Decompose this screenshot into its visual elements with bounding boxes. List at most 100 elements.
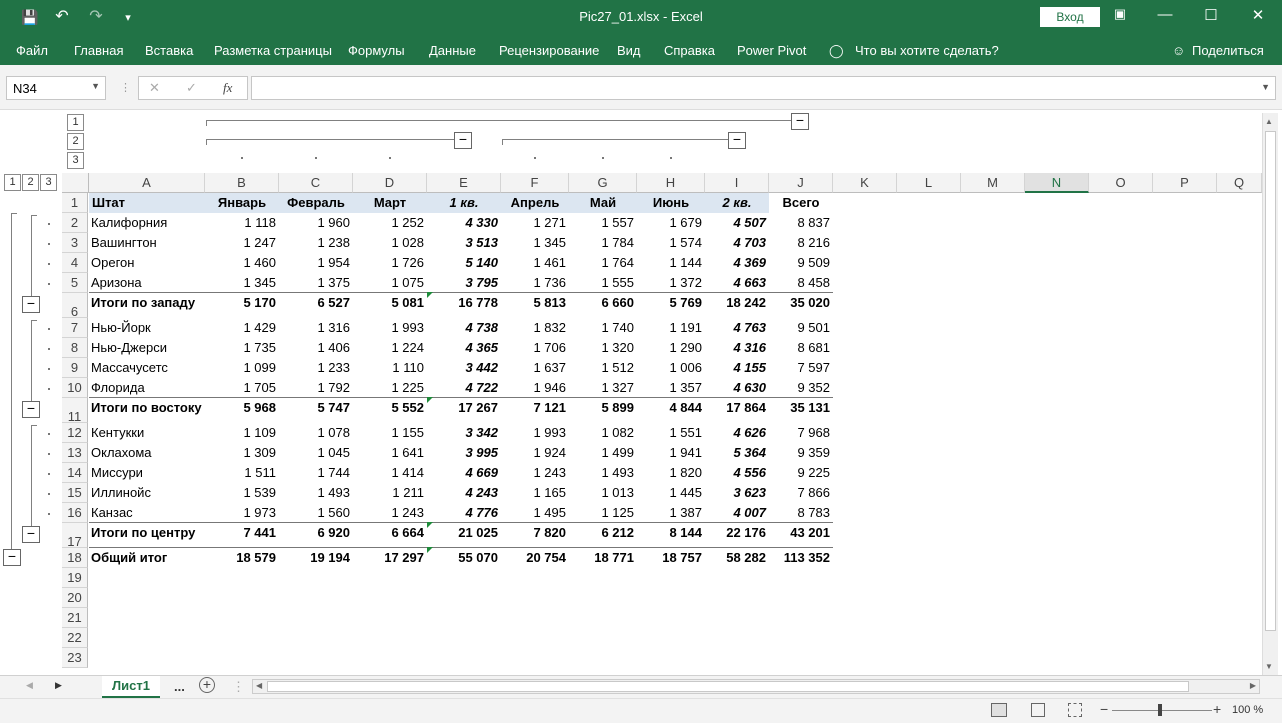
value-cell[interactable]: 22 176 <box>705 523 766 548</box>
value-cell[interactable]: 7 968 <box>769 423 830 443</box>
state-name-cell[interactable]: Нью-Джерси <box>89 338 205 358</box>
row-header-6[interactable]: 6 <box>62 293 88 319</box>
row-header-14[interactable]: 14 <box>62 463 88 483</box>
value-cell[interactable]: 9 509 <box>769 253 830 273</box>
value-cell[interactable]: 8 458 <box>769 273 830 293</box>
column-title-cell[interactable]: Штат <box>89 193 205 213</box>
zoom-slider-track[interactable] <box>1112 710 1212 711</box>
value-cell[interactable]: 4 330 <box>427 213 498 233</box>
value-cell[interactable]: 1 109 <box>205 423 276 443</box>
value-cell[interactable]: 1 744 <box>279 463 350 483</box>
value-cell[interactable]: 18 771 <box>569 548 634 568</box>
value-cell[interactable]: 4 556 <box>705 463 766 483</box>
value-cell[interactable]: 1 375 <box>279 273 350 293</box>
value-cell[interactable]: 1 555 <box>569 273 634 293</box>
row-outline-level-2[interactable]: 2 <box>22 174 39 191</box>
value-cell[interactable]: 1 637 <box>501 358 566 378</box>
value-cell[interactable]: 1 028 <box>353 233 424 253</box>
value-cell[interactable]: 1 557 <box>569 213 634 233</box>
page-break-view-icon[interactable] <box>1068 703 1082 717</box>
collapse-all-rows-button[interactable]: − <box>3 549 21 566</box>
value-cell[interactable]: 5 968 <box>205 398 276 423</box>
value-cell[interactable]: 5 140 <box>427 253 498 273</box>
value-cell[interactable]: 5 552 <box>353 398 424 423</box>
scroll-left-icon[interactable]: ◀ <box>256 681 262 690</box>
value-cell[interactable]: 3 442 <box>427 358 498 378</box>
state-name-cell[interactable]: Общий итог <box>89 548 205 568</box>
column-title-cell[interactable]: 2 кв. <box>705 193 769 213</box>
state-name-cell[interactable]: Нью-Йорк <box>89 318 205 338</box>
page-layout-view-icon[interactable] <box>1031 703 1045 717</box>
column-title-cell[interactable]: Июнь <box>637 193 705 213</box>
value-cell[interactable]: 4 703 <box>705 233 766 253</box>
collapse-q1-button[interactable]: − <box>454 132 472 149</box>
value-cell[interactable]: 5 747 <box>279 398 350 423</box>
value-cell[interactable]: 1 574 <box>637 233 702 253</box>
value-cell[interactable]: 1 345 <box>205 273 276 293</box>
value-cell[interactable]: 58 282 <box>705 548 766 568</box>
tab-splitter-icon[interactable]: ⋮ <box>232 679 245 695</box>
value-cell[interactable]: 1 110 <box>353 358 424 378</box>
row-header-2[interactable]: 2 <box>62 213 88 233</box>
collapse-east-button[interactable]: − <box>22 401 40 418</box>
value-cell[interactable]: 1 320 <box>569 338 634 358</box>
tab-review[interactable]: Рецензирование <box>499 43 599 58</box>
value-cell[interactable]: 7 866 <box>769 483 830 503</box>
column-outline-level-3[interactable]: 3 <box>67 152 84 169</box>
column-header-i[interactable]: I <box>705 173 769 193</box>
value-cell[interactable]: 1 740 <box>569 318 634 338</box>
value-cell[interactable]: 4 507 <box>705 213 766 233</box>
value-cell[interactable]: 1 726 <box>353 253 424 273</box>
value-cell[interactable]: 4 365 <box>427 338 498 358</box>
column-header-m[interactable]: M <box>961 173 1025 193</box>
row-header-8[interactable]: 8 <box>62 338 88 358</box>
value-cell[interactable]: 16 778 <box>427 293 498 318</box>
value-cell[interactable]: 4 007 <box>705 503 766 523</box>
value-cell[interactable]: 1 309 <box>205 443 276 463</box>
value-cell[interactable]: 1 327 <box>569 378 634 398</box>
cancel-icon[interactable]: ✕ <box>149 80 160 96</box>
value-cell[interactable]: 9 359 <box>769 443 830 463</box>
tab-page-layout[interactable]: Разметка страницы <box>214 43 332 58</box>
value-cell[interactable]: 1 243 <box>353 503 424 523</box>
formula-input[interactable]: ▼ <box>251 76 1276 100</box>
column-title-cell[interactable]: Апрель <box>501 193 569 213</box>
normal-view-icon[interactable] <box>991 703 1007 717</box>
state-name-cell[interactable]: Миссури <box>89 463 205 483</box>
value-cell[interactable]: 1 414 <box>353 463 424 483</box>
value-cell[interactable]: 1 099 <box>205 358 276 378</box>
value-cell[interactable]: 1 960 <box>279 213 350 233</box>
value-cell[interactable]: 1 125 <box>569 503 634 523</box>
row-header-9[interactable]: 9 <box>62 358 88 378</box>
value-cell[interactable]: 35 020 <box>769 293 830 318</box>
value-cell[interactable]: 4 844 <box>637 398 702 423</box>
value-cell[interactable]: 1 954 <box>279 253 350 273</box>
more-sheets-button[interactable]: ... <box>174 679 185 694</box>
value-cell[interactable]: 1 641 <box>353 443 424 463</box>
state-name-cell[interactable]: Массачусетс <box>89 358 205 378</box>
column-outline-level-1[interactable]: 1 <box>67 114 84 131</box>
value-cell[interactable]: 4 243 <box>427 483 498 503</box>
value-cell[interactable]: 5 364 <box>705 443 766 463</box>
value-cell[interactable]: 8 216 <box>769 233 830 253</box>
value-cell[interactable]: 17 267 <box>427 398 498 423</box>
value-cell[interactable]: 1 705 <box>205 378 276 398</box>
value-cell[interactable]: 1 784 <box>569 233 634 253</box>
value-cell[interactable]: 4 626 <box>705 423 766 443</box>
state-name-cell[interactable]: Итоги по западу <box>89 293 205 318</box>
value-cell[interactable]: 3 513 <box>427 233 498 253</box>
value-cell[interactable]: 1 013 <box>569 483 634 503</box>
value-cell[interactable]: 1 973 <box>205 503 276 523</box>
value-cell[interactable]: 1 445 <box>637 483 702 503</box>
value-cell[interactable]: 4 669 <box>427 463 498 483</box>
column-title-cell[interactable]: 1 кв. <box>427 193 501 213</box>
row-header-11[interactable]: 11 <box>62 398 88 424</box>
value-cell[interactable]: 17 297 <box>353 548 424 568</box>
state-name-cell[interactable]: Вашингтон <box>89 233 205 253</box>
expand-formula-icon[interactable]: ▼ <box>1261 82 1270 92</box>
zoom-in-icon[interactable]: + <box>1213 701 1221 717</box>
value-cell[interactable]: 1 144 <box>637 253 702 273</box>
value-cell[interactable]: 1 551 <box>637 423 702 443</box>
row-outline-level-3[interactable]: 3 <box>40 174 57 191</box>
sheet-tab-list1[interactable]: Лист1 <box>102 676 160 699</box>
